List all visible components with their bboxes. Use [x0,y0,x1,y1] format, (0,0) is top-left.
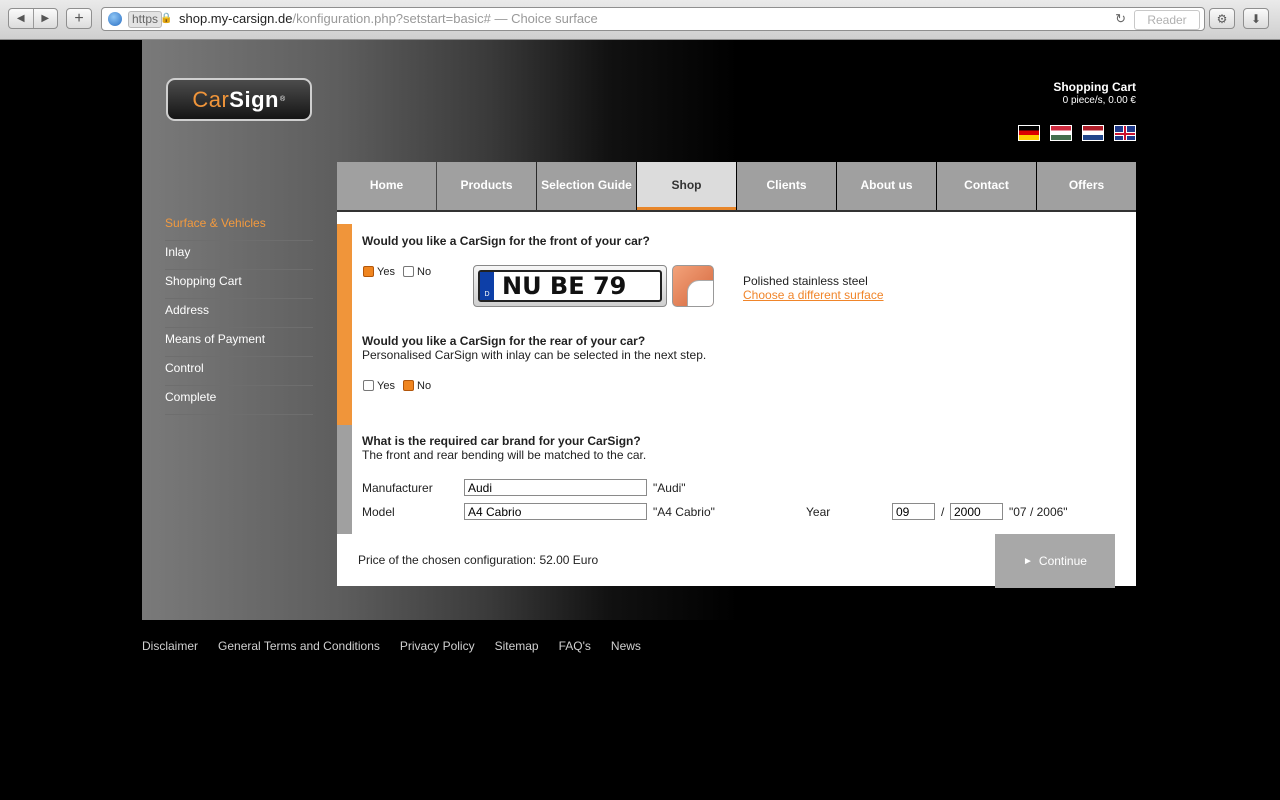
choose-surface-link[interactable]: Choose a different surface [743,288,884,302]
model-label: Model [362,505,395,519]
extension-icon[interactable]: ⚙ [1209,8,1235,29]
model-echo: "A4 Cabrio" [653,505,715,519]
brand-question: What is the required car brand for your … [362,434,641,448]
footer-terms[interactable]: General Terms and Conditions [218,639,380,653]
reload-icon[interactable]: ↻ [1115,11,1126,27]
configuration-panel: Would you like a CarSign for the front o… [337,210,1136,588]
nav-clients[interactable]: Clients [737,162,836,210]
step-complete[interactable]: Complete [165,387,313,415]
https-badge: https [128,11,163,28]
year-echo: "07 / 2006" [1009,505,1068,519]
rear-no-checkbox[interactable] [403,380,414,391]
continue-label: Continue [1038,554,1087,568]
downloads-icon[interactable]: ⬇ [1243,8,1269,29]
surface-name: Polished stainless steel [743,274,868,288]
browser-toolbar: ◀ ▶ + https 🔒 shop.my-carsign.de/konfigu… [0,0,1280,40]
nav-products[interactable]: Products [437,162,536,210]
nav-home[interactable]: Home [337,162,436,210]
step-control[interactable]: Control [165,358,313,386]
year-label: Year [806,505,831,519]
nav-offers[interactable]: Offers [1037,162,1136,210]
language-flags [1018,125,1136,141]
brand-subtext: The front and rear bending will be match… [362,448,647,462]
footer-privacy[interactable]: Privacy Policy [400,639,475,653]
lock-icon: 🔒 [160,13,173,24]
front-yes-checkbox[interactable] [363,266,374,277]
back-icon[interactable]: ◀ [9,9,34,28]
flag-dutch-icon[interactable] [1082,125,1104,141]
footer-faq[interactable]: FAQ's [559,639,591,653]
rear-yes-label: Yes [377,380,395,392]
plate-eu-band: D [480,272,494,300]
step-surface-vehicles[interactable]: Surface & Vehicles [165,213,313,241]
section-marker-inactive [337,425,352,534]
front-question: Would you like a CarSign for the front o… [362,234,650,248]
date-separator: / [941,505,945,519]
logo-sign: Sign [229,86,279,112]
flag-hungarian-icon[interactable] [1050,125,1072,141]
cart-summary: 0 piece/s, 0.00 € [1062,95,1136,106]
new-tab-button[interactable]: + [66,8,92,29]
month-input[interactable]: 09 [892,503,935,520]
license-plate-preview: D NU BE 79 [473,265,667,307]
arrow-right-icon: ► [1023,555,1033,567]
main-navigation: Home Products Selection Guide Shop Clien… [337,162,1136,210]
step-address[interactable]: Address [165,300,313,328]
history-buttons: ◀ ▶ [8,8,58,29]
price-summary: Price of the chosen configuration: 52.00… [358,553,599,567]
rear-yes-checkbox[interactable] [363,380,374,391]
url-text[interactable]: shop.my-carsign.de/konfiguration.php?set… [179,11,598,26]
site-container: Car Sign ® Shopping Cart 0 piece/s, 0.00 €… [142,40,1136,620]
address-bar[interactable]: https 🔒 shop.my-carsign.de/konfiguration… [101,7,1205,31]
nav-about-us[interactable]: About us [837,162,936,210]
rear-subtext: Personalised CarSign with inlay can be s… [362,348,707,362]
manufacturer-input[interactable]: Audi [464,479,647,496]
rear-no-label: No [417,380,432,392]
forward-icon[interactable]: ▶ [34,9,58,28]
model-input[interactable]: A4 Cabrio [464,503,647,520]
nav-selection-guide[interactable]: Selection Guide [537,162,636,210]
continue-button[interactable]: ► Continue [995,534,1115,588]
logo-registered: ® [279,96,286,103]
footer-disclaimer[interactable]: Disclaimer [142,639,198,653]
footer-links: Disclaimer General Terms and Conditions … [142,639,641,653]
manufacturer-echo: "Audi" [653,481,686,495]
url-path: /konfiguration.php?setstart=basic# [292,11,491,26]
section-marker-active [337,224,352,425]
flag-english-icon[interactable] [1114,125,1136,141]
carsign-logo[interactable]: Car Sign ® [166,78,312,121]
logo-car: Car [192,86,230,112]
shopping-cart[interactable]: Shopping Cart 0 piece/s, 0.00 € [1053,80,1136,106]
footer-news[interactable]: News [611,639,641,653]
front-no-label: No [417,266,432,278]
nav-contact[interactable]: Contact [937,162,1036,210]
step-means-of-payment[interactable]: Means of Payment [165,329,313,357]
footer-sitemap[interactable]: Sitemap [495,639,539,653]
plate-number: NU BE 79 [502,272,627,300]
manufacturer-label: Manufacturer [362,481,433,495]
globe-icon [108,12,122,26]
year-input[interactable]: 2000 [950,503,1003,520]
rear-question: Would you like a CarSign for the rear of… [362,334,646,348]
flag-german-icon[interactable] [1018,125,1040,141]
reader-button[interactable]: Reader [1134,10,1200,30]
step-navigation: Surface & Vehicles Inlay Shopping Cart A… [165,213,313,416]
surface-swatch[interactable] [672,265,714,307]
step-inlay[interactable]: Inlay [165,242,313,270]
url-page-title: — Choice surface [490,11,598,26]
step-shopping-cart[interactable]: Shopping Cart [165,271,313,299]
url-host: shop.my-carsign.de [179,11,293,26]
front-no-checkbox[interactable] [403,266,414,277]
nav-shop[interactable]: Shop [637,162,736,210]
cart-title: Shopping Cart [1053,80,1136,94]
front-yes-label: Yes [377,266,395,278]
